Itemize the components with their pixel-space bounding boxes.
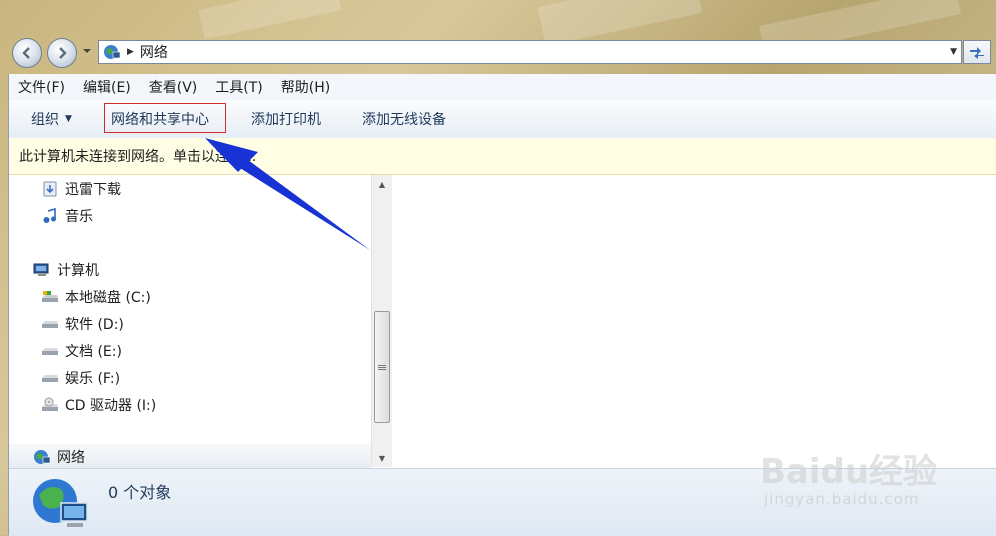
address-dropdown-icon[interactable]: ▼ [950, 47, 957, 57]
menu-bar: 文件(F) 编辑(E) 查看(V) 工具(T) 帮助(H) [9, 74, 996, 101]
nav-label-drive-d: 软件 (D:) [65, 317, 124, 333]
nav-item-computer[interactable]: 计算机 [33, 260, 99, 280]
nav-pane-scrollbar[interactable]: ▲ ▼ [371, 175, 392, 467]
refresh-icon [970, 47, 984, 59]
address-path[interactable]: 网络 [140, 42, 168, 62]
recent-pages-dropdown[interactable] [82, 46, 92, 56]
network-globe-icon [104, 45, 121, 59]
add-printer-button[interactable]: 添加打印机 [251, 100, 321, 138]
nav-item-drive-d[interactable]: 软件 (D:) [41, 314, 124, 334]
menu-view[interactable]: 查看(V) [140, 77, 207, 97]
nav-label-drive-f: 娱乐 (F:) [65, 371, 121, 387]
organize-label: 组织 [31, 112, 59, 128]
address-bar[interactable]: ▶ 网络 ▼ [98, 40, 962, 64]
nav-label-drive-e: 文档 (E:) [65, 344, 122, 360]
navigation-pane: 迅雷下载 音乐 计算机 本地磁盘 (C:) 软件 (D:) 文档 (E:) 娱乐… [9, 175, 371, 466]
menu-tools[interactable]: 工具(T) [206, 77, 271, 97]
watermark-url: jingyan.baidu.com [764, 490, 920, 508]
add-wireless-device-button[interactable]: 添加无线设备 [362, 100, 446, 138]
scroll-down-icon[interactable]: ▼ [372, 449, 392, 467]
nav-item-downloads[interactable]: 迅雷下载 [41, 179, 121, 199]
arrow-right-icon [59, 47, 67, 59]
cd-drive-icon [42, 397, 58, 411]
nav-label-drive-i: CD 驱动器 (I:) [65, 398, 157, 414]
scroll-up-icon[interactable]: ▲ [372, 175, 392, 193]
system-drive-icon [42, 291, 58, 302]
nav-label-drive-c: 本地磁盘 (C:) [65, 290, 151, 306]
breadcrumb-separator-icon: ▶ [127, 47, 134, 57]
arrow-left-icon [22, 47, 30, 59]
item-count: 0 个对象 [108, 483, 172, 502]
forward-button[interactable] [47, 38, 77, 68]
menu-file[interactable]: 文件(F) [9, 77, 74, 97]
info-bar[interactable]: 此计算机未连接到网络。单击以连接... [9, 138, 996, 175]
command-bar: 组织 ▼ 网络和共享中心 添加打印机 添加无线设备 [9, 100, 996, 139]
nav-label-music: 音乐 [65, 209, 93, 225]
nav-item-drive-i[interactable]: CD 驱动器 (I:) [41, 395, 156, 415]
nav-item-drive-f[interactable]: 娱乐 (F:) [41, 368, 120, 388]
network-globe-icon [34, 450, 51, 464]
network-sharing-center-button[interactable]: 网络和共享中心 [111, 100, 209, 138]
nav-label-network: 网络 [57, 450, 85, 466]
nav-item-drive-e[interactable]: 文档 (E:) [41, 341, 122, 361]
menu-help[interactable]: 帮助(H) [272, 77, 339, 97]
grip-icon [378, 364, 386, 371]
download-folder-icon [43, 181, 57, 197]
desktop-shape [198, 0, 342, 40]
hard-drive-icon [42, 321, 58, 328]
music-icon [43, 208, 56, 223]
computer-icon [33, 263, 49, 276]
file-list-area[interactable] [392, 175, 996, 467]
hard-drive-icon [42, 375, 58, 382]
nav-network-row-content: 网络 [33, 447, 85, 467]
nav-item-drive-c[interactable]: 本地磁盘 (C:) [41, 287, 151, 307]
organize-button[interactable]: 组织 ▼ [31, 100, 72, 138]
info-bar-message: 此计算机未连接到网络。单击以连接... [19, 149, 257, 165]
menu-edit[interactable]: 编辑(E) [74, 77, 140, 97]
nav-label-computer: 计算机 [57, 263, 99, 279]
chevron-down-icon: ▼ [65, 114, 72, 124]
baidu-watermark: Baidu经验 jingyan.baidu.com [760, 430, 990, 520]
network-large-icon [33, 479, 88, 527]
watermark-brand: Baidu经验 [760, 452, 938, 492]
nav-label-downloads: 迅雷下载 [65, 182, 121, 198]
refresh-button[interactable] [963, 40, 991, 64]
nav-item-music[interactable]: 音乐 [41, 206, 93, 226]
nav-item-network[interactable]: 网络 [9, 444, 371, 468]
scrollbar-thumb[interactable] [374, 311, 390, 423]
hard-drive-icon [42, 348, 58, 355]
back-button[interactable] [12, 38, 42, 68]
